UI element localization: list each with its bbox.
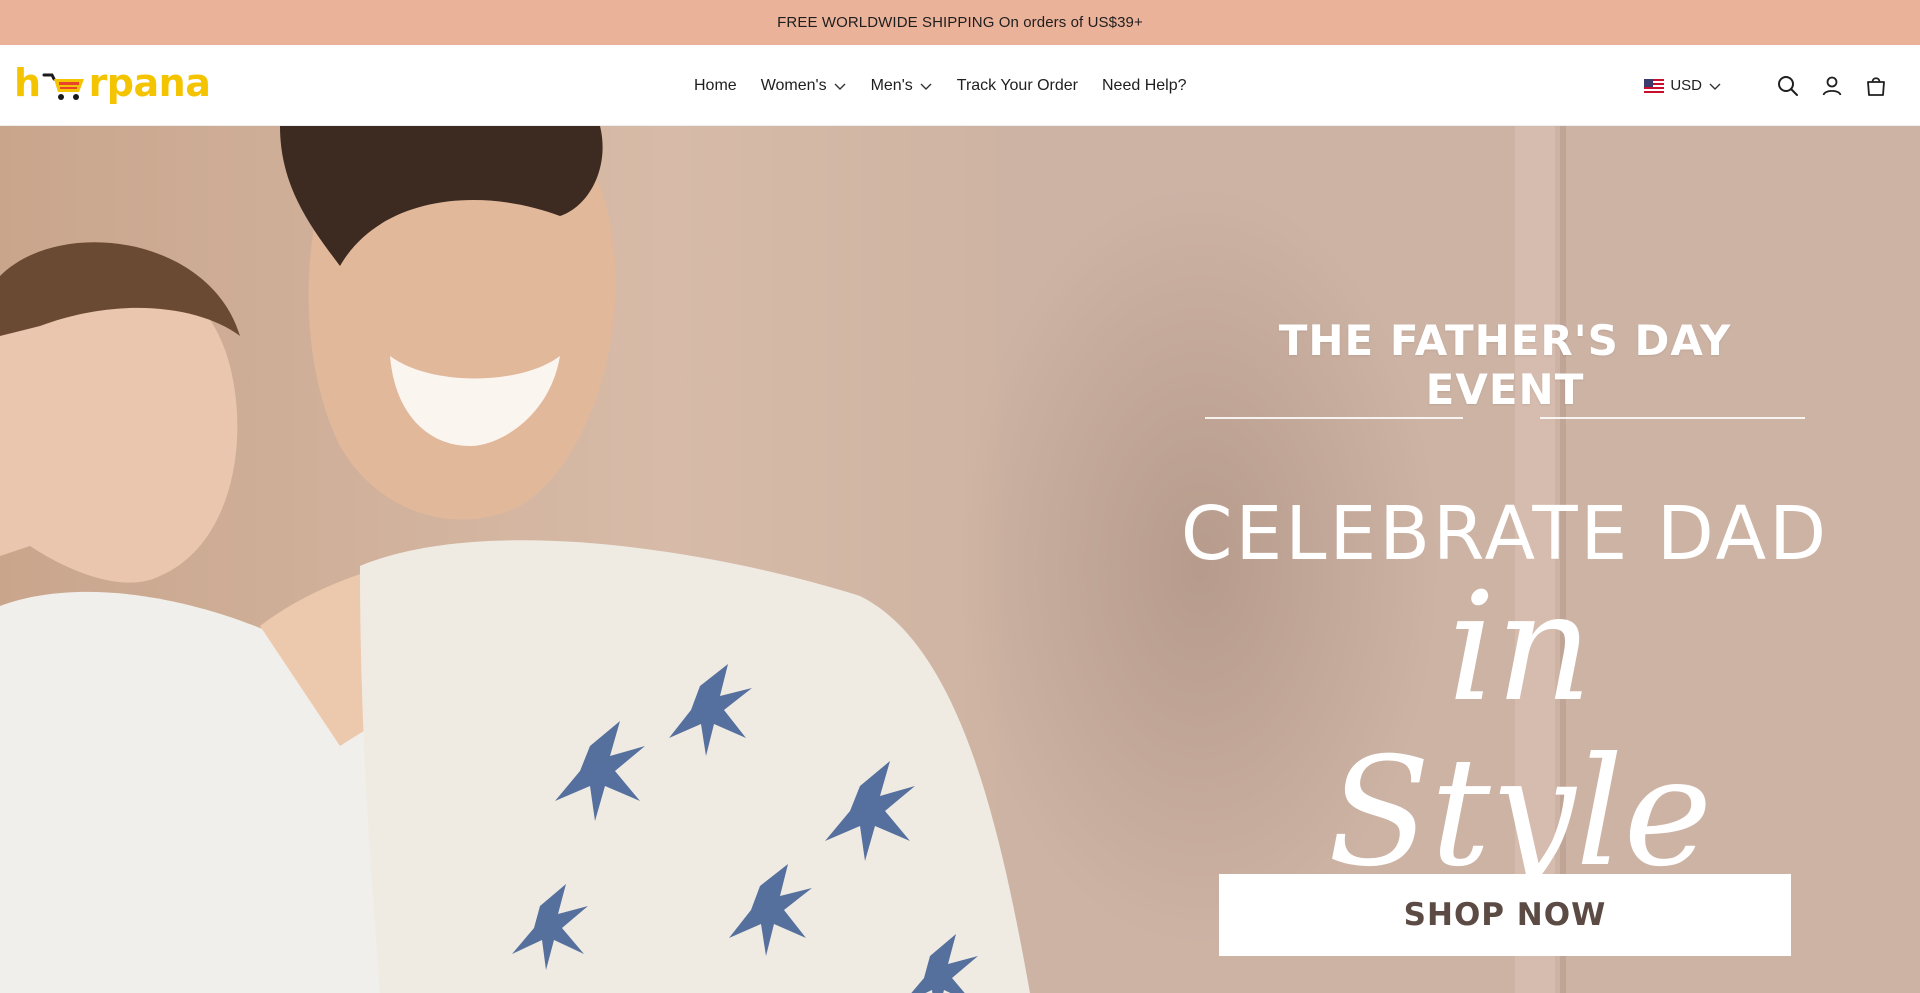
nav-mens[interactable]: Men's: [871, 77, 933, 95]
shop-now-button[interactable]: SHOP NOW: [1219, 874, 1791, 956]
nav-home-label: Home: [694, 76, 737, 94]
nav-womens-label: Women's: [760, 76, 827, 94]
chevron-down-icon: [920, 83, 932, 90]
us-flag-icon: [1644, 78, 1665, 93]
site-header: h rpana Home Women's Men's Track Your Or…: [0, 45, 1920, 126]
nav-need-help[interactable]: Need Help?: [1102, 77, 1187, 95]
logo-suffix: rpana: [88, 61, 211, 105]
hero-script: in Style: [1327, 561, 1713, 900]
cart-logo-icon: [42, 73, 84, 100]
logo[interactable]: h rpana: [14, 59, 211, 107]
nav-womens[interactable]: Women's: [761, 77, 847, 95]
currency-code: USD: [1670, 77, 1702, 94]
nav-mens-label: Men's: [870, 76, 913, 94]
logo-prefix: h: [14, 61, 41, 105]
nav-track-order[interactable]: Track Your Order: [957, 77, 1078, 95]
cart-bag-icon[interactable]: [1864, 74, 1888, 98]
nav-home[interactable]: Home: [694, 77, 737, 95]
chevron-down-icon: [1709, 83, 1721, 90]
hero-title: THE FATHER'S DAY EVENT: [1278, 316, 1732, 414]
account-icon[interactable]: [1820, 74, 1844, 98]
main-nav: Home Women's Men's Track Your Order Need…: [694, 45, 1187, 126]
chevron-down-icon: [834, 83, 846, 90]
nav-track-order-label: Track Your Order: [956, 76, 1078, 94]
currency-selector[interactable]: USD: [1644, 77, 1722, 94]
hero-banner[interactable]: THE FATHER'S DAY EVENT CELEBRATE DAD in …: [0, 126, 1920, 993]
announcement-text: FREE WORLDWIDE SHIPPING On orders of US$…: [777, 14, 1143, 31]
nav-need-help-label: Need Help?: [1102, 76, 1187, 94]
search-icon[interactable]: [1776, 74, 1800, 98]
announcement-bar: FREE WORLDWIDE SHIPPING On orders of US$…: [0, 0, 1920, 45]
hero-divider-left: [1205, 417, 1463, 419]
header-actions: USD: [1644, 45, 1888, 126]
hero-divider-right: [1540, 417, 1805, 419]
